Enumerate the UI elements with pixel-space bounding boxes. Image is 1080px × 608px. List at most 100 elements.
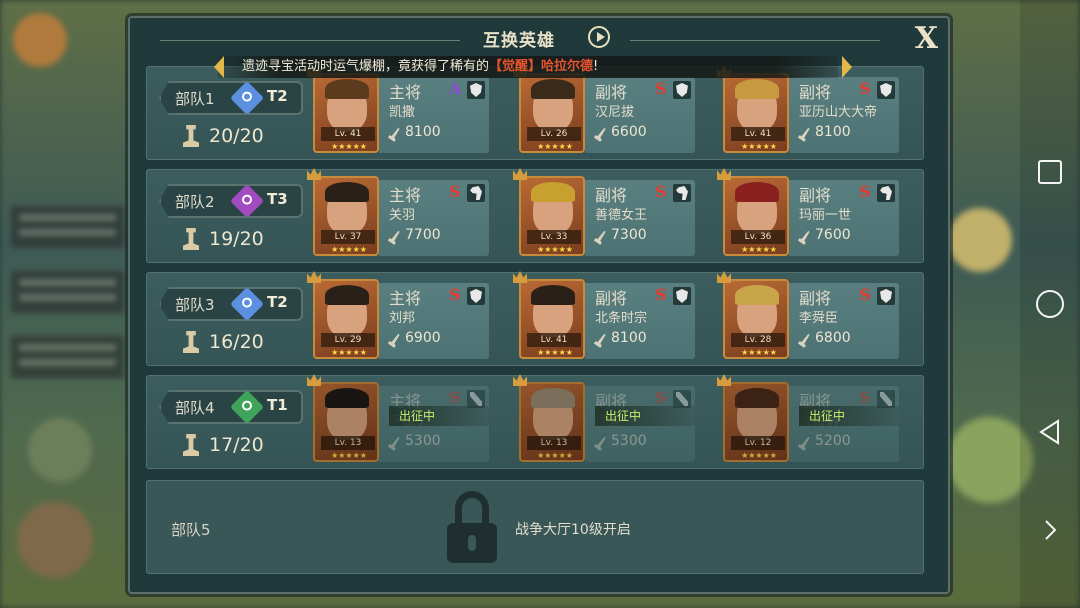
hero-portrait[interactable]: Lv. 41 ★★★★★	[313, 73, 379, 153]
marquee-end: !	[593, 59, 599, 74]
sword-icon	[798, 126, 813, 142]
troop-count-icon	[183, 228, 199, 250]
hero-role: 副将	[799, 289, 832, 308]
team-name: 部队2	[175, 193, 215, 211]
android-nav-bar	[1020, 0, 1080, 608]
hero-name: 凯撒	[389, 105, 416, 120]
hero-info: 主将 S 关羽 7700	[379, 180, 489, 256]
shield-icon	[673, 81, 691, 99]
back-icon[interactable]	[1036, 418, 1064, 446]
hero-grade: S	[449, 182, 461, 201]
vice-commander-card[interactable]: Lv. 41 ★★★★★ 副将 S 北条时宗 8100	[513, 271, 703, 363]
swap-heroes-dialog: 互换英雄 X 遗迹寻宝活动时运气爆棚，竟获得了稀有的【觉醒】哈拉尔德! 部队1 …	[128, 16, 950, 594]
hero-role: 副将	[799, 83, 832, 102]
team-row[interactable]: 部队2 T3 19/20 Lv. 37 ★★★★★ 主将 S 关羽 7700 L…	[146, 168, 924, 263]
crown-icon	[307, 168, 321, 180]
hero-portrait[interactable]: Lv. 13 ★★★★★	[519, 382, 585, 462]
hero-hair	[735, 79, 779, 99]
vice-commander-card[interactable]: Lv. 36 ★★★★★ 副将 S 玛丽一世 7600	[717, 168, 907, 260]
hero-portrait[interactable]: Lv. 36 ★★★★★	[723, 176, 789, 256]
hero-portrait[interactable]: Lv. 41 ★★★★★	[519, 279, 585, 359]
hero-power: 5300	[611, 433, 647, 449]
hero-level: Lv. 28	[731, 333, 785, 347]
sword-icon	[798, 229, 813, 245]
home-icon[interactable]	[1036, 290, 1064, 318]
hero-grade: S	[859, 388, 871, 407]
vice-commander-card[interactable]: Lv. 13 ★★★★★ 副将 S 理查 5300 出征中	[513, 374, 703, 466]
hero-power: 7600	[815, 227, 851, 243]
hero-role: 副将	[799, 186, 832, 205]
close-button[interactable]: X	[915, 21, 938, 56]
team-name: 部队1	[175, 90, 215, 108]
hero-portrait[interactable]: Lv. 33 ★★★★★	[519, 176, 585, 256]
hero-power: 7700	[405, 227, 441, 243]
hero-grade: S	[655, 285, 667, 304]
dialog-title-bar: 互换英雄 X	[130, 18, 948, 56]
sword-icon	[594, 332, 609, 348]
banner-right-arrow-icon	[842, 56, 852, 78]
shield-icon	[467, 81, 485, 99]
hero-portrait[interactable]: Lv. 26 ★★★★★	[519, 73, 585, 153]
troop-count: 20/20	[209, 125, 264, 147]
hero-hair	[531, 79, 575, 99]
banner-left-arrow-icon	[214, 56, 224, 78]
event-marquee: 遗迹寻宝活动时运气爆棚，竟获得了稀有的【觉醒】哈拉尔德!	[218, 56, 838, 78]
team-row[interactable]: 部队3 T2 16/20 Lv. 29 ★★★★★ 主将 S 刘邦 6900 L…	[146, 271, 924, 366]
hero-info: 副将 S 玛丽一世 7600	[789, 180, 899, 256]
marquee-highlight: 【觉醒】哈拉尔德	[489, 59, 594, 74]
hero-portrait[interactable]: Lv. 13 ★★★★★	[313, 382, 379, 462]
play-info-icon[interactable]	[588, 26, 610, 48]
hero-grade: S	[449, 285, 461, 304]
shield-icon	[877, 81, 895, 99]
hero-power: 8100	[815, 124, 851, 140]
crown-icon	[513, 374, 527, 386]
vice-commander-card[interactable]: Lv. 41 ★★★★★ 副将 S 亚历山大大帝 8100	[717, 65, 907, 157]
hero-hair	[735, 388, 779, 408]
hero-portrait[interactable]: Lv. 12 ★★★★★	[723, 382, 789, 462]
hero-power: 8100	[611, 330, 647, 346]
team-row[interactable]: 部队1 T2 20/20 Lv. 41 ★★★★★ 主将 A 凯撒 8100 L…	[146, 65, 924, 160]
hero-portrait[interactable]: Lv. 37 ★★★★★	[313, 176, 379, 256]
spear-icon	[673, 287, 691, 305]
crown-icon	[307, 374, 321, 386]
hero-hair	[531, 285, 575, 305]
commander-card[interactable]: Lv. 29 ★★★★★ 主将 S 刘邦 6900	[307, 271, 497, 363]
sword-icon	[798, 435, 813, 451]
hero-grade: S	[859, 79, 871, 98]
hero-portrait[interactable]: Lv. 29 ★★★★★	[313, 279, 379, 359]
hero-name: 李舜臣	[799, 311, 839, 326]
hero-stars: ★★★★★	[741, 142, 777, 151]
crown-icon	[717, 168, 731, 180]
hero-name: 亚历山大大帝	[799, 105, 878, 120]
commander-card[interactable]: Lv. 13 ★★★★★ 主将 S 萨拉丁 5300 出征中	[307, 374, 497, 466]
chevron-right-icon[interactable]	[1036, 516, 1064, 544]
hero-stars: ★★★★★	[537, 245, 573, 254]
hero-power: 5200	[815, 433, 851, 449]
sword-icon	[594, 435, 609, 451]
hero-stars: ★★★★★	[537, 142, 573, 151]
hero-hair	[735, 285, 779, 305]
hero-power: 6600	[611, 124, 647, 140]
hero-level: Lv. 37	[321, 230, 375, 244]
team-name: 部队3	[175, 296, 215, 314]
hero-grade: S	[655, 182, 667, 201]
commander-card[interactable]: Lv. 37 ★★★★★ 主将 S 关羽 7700	[307, 168, 497, 260]
spear-icon	[877, 287, 895, 305]
sword-icon	[388, 435, 403, 451]
sword-icon	[388, 126, 403, 142]
troop-tier: T2	[267, 87, 288, 105]
recent-apps-icon[interactable]	[1038, 160, 1062, 184]
hero-level: Lv. 13	[527, 436, 581, 450]
hero-portrait[interactable]: Lv. 41 ★★★★★	[723, 73, 789, 153]
hero-name: 汉尼拔	[595, 105, 635, 120]
hero-grade: S	[655, 79, 667, 98]
vice-commander-card[interactable]: Lv. 26 ★★★★★ 副将 S 汉尼拔 6600	[513, 65, 703, 157]
sword-icon	[594, 229, 609, 245]
hero-hair	[325, 388, 369, 408]
team-row[interactable]: 部队4 T1 17/20 Lv. 13 ★★★★★ 主将 S 萨拉丁 5300 …	[146, 374, 924, 469]
hero-portrait[interactable]: Lv. 28 ★★★★★	[723, 279, 789, 359]
vice-commander-card[interactable]: Lv. 12 ★★★★★ 副将 S 拉格纳 5200 出征中	[717, 374, 907, 466]
commander-card[interactable]: Lv. 41 ★★★★★ 主将 A 凯撒 8100	[307, 65, 497, 157]
vice-commander-card[interactable]: Lv. 28 ★★★★★ 副将 S 李舜臣 6800	[717, 271, 907, 363]
vice-commander-card[interactable]: Lv. 33 ★★★★★ 副将 S 善德女王 7300	[513, 168, 703, 260]
